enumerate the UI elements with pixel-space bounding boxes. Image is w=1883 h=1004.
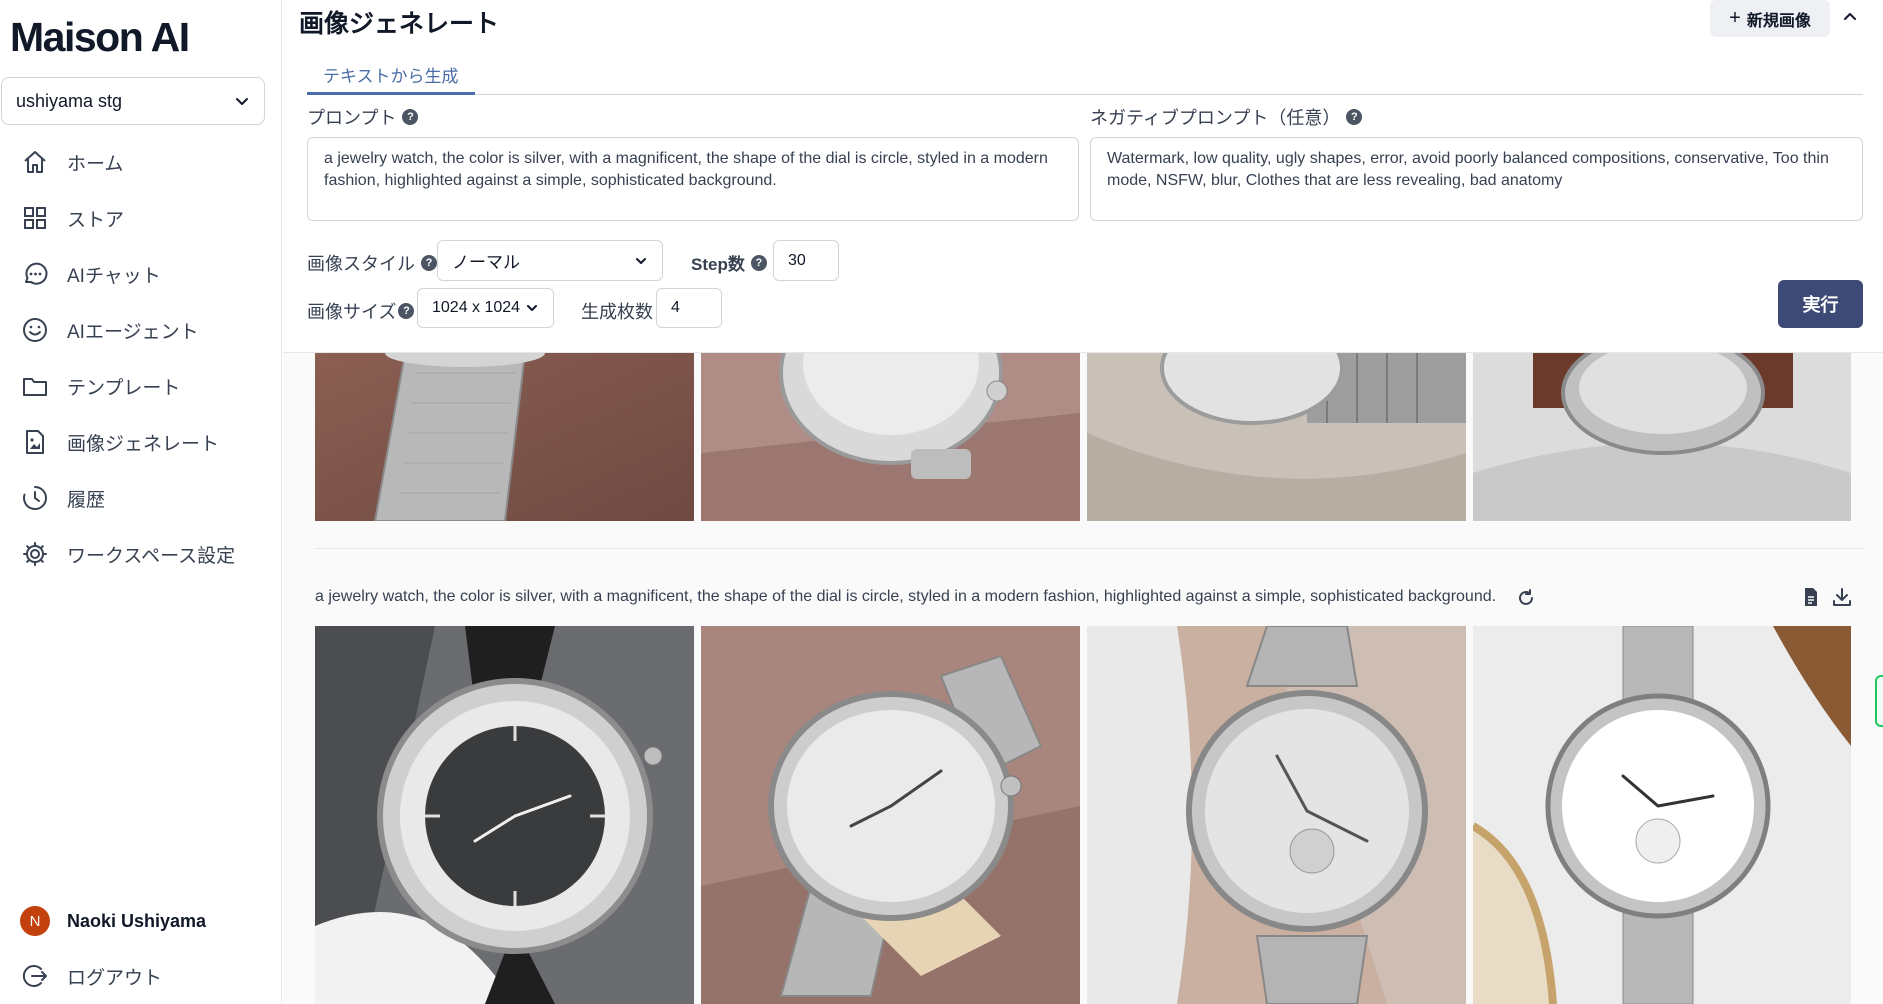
chevron-down-icon (636, 257, 646, 264)
sidebar-item-image-generate[interactable]: 画像ジェネレート (0, 414, 282, 470)
folder-icon (20, 371, 50, 401)
smile-icon (20, 315, 50, 345)
sidebar-item-label: ワークスペース設定 (67, 545, 236, 567)
prompt-label: プロンプト ? (307, 104, 419, 130)
negative-prompt-input[interactable]: Watermark, low quality, ugly shapes, err… (1090, 137, 1863, 221)
generated-image[interactable] (315, 626, 694, 1004)
tab-text-to-image[interactable]: テキストから生成 (307, 52, 475, 95)
size-select[interactable]: 1024 x 1024 (417, 288, 554, 328)
logout-icon (20, 961, 50, 991)
help-icon[interactable]: ? (421, 255, 437, 271)
plus-icon: + (1729, 7, 1741, 29)
count-label: 生成枚数 (581, 298, 653, 324)
chevron-down-icon (236, 98, 248, 105)
generated-image[interactable] (1473, 353, 1851, 521)
steps-label: Step数 ? (691, 250, 767, 275)
sidebar-item-store[interactable]: ストア (0, 190, 282, 246)
avatar: N (20, 906, 50, 936)
grid-icon (20, 203, 50, 233)
steps-input[interactable]: 30 (773, 240, 839, 281)
app-logo[interactable]: Maison AI (10, 14, 190, 61)
result-prompt: a jewelry watch, the color is silver, wi… (315, 588, 1497, 605)
feedback-tab[interactable] (1875, 675, 1883, 727)
user-name: Naoki Ushiyama (67, 910, 207, 931)
logout-label: ログアウト (67, 967, 163, 989)
sidebar-nav: ホーム ストア AIチャット AIエージェント テンプレート 画像ジェネレート … (0, 134, 282, 582)
sidebar-item-label: AIエージェント (67, 321, 199, 343)
sidebar-item-label: 履歴 (67, 489, 106, 511)
generated-image[interactable] (1087, 353, 1466, 521)
sidebar: Maison AI ushiyama stg ホーム ストア AIチャット AI… (0, 0, 282, 1004)
generated-image[interactable] (1087, 626, 1466, 1004)
chevron-up-icon[interactable] (1839, 6, 1861, 28)
steps-label-text: Step数 (691, 255, 745, 274)
sidebar-item-history[interactable]: 履歴 (0, 470, 282, 526)
sidebar-item-templates[interactable]: テンプレート (0, 358, 282, 414)
generated-image[interactable] (1473, 626, 1851, 1004)
size-label-text: 画像サイズ (307, 302, 397, 322)
sidebar-item-label: ホーム (67, 153, 124, 175)
count-input[interactable]: 4 (656, 288, 722, 328)
gear-icon (20, 539, 50, 569)
size-label: 画像サイズ ? (307, 298, 415, 324)
style-select-value: ノーマル (452, 253, 520, 272)
regenerate-icon[interactable] (1515, 587, 1537, 609)
run-button[interactable]: 実行 (1778, 280, 1863, 328)
help-icon[interactable]: ? (398, 303, 415, 319)
sidebar-item-ai-agent[interactable]: AIエージェント (0, 302, 282, 358)
history-icon (20, 483, 50, 513)
sidebar-item-home[interactable]: ホーム (0, 134, 282, 190)
help-icon[interactable]: ? (1346, 109, 1363, 125)
home-icon (20, 147, 50, 177)
help-icon[interactable]: ? (750, 254, 767, 271)
new-image-label: 新規画像 (1746, 12, 1811, 30)
style-label: 画像スタイル ? (307, 250, 437, 276)
page-title: 画像ジェネレート (299, 10, 500, 38)
new-image-button[interactable]: + 新規画像 (1710, 0, 1830, 37)
generated-image[interactable] (315, 353, 694, 521)
sidebar-item-workspace-settings[interactable]: ワークスペース設定 (0, 526, 282, 582)
user-profile[interactable]: N Naoki Ushiyama (20, 906, 206, 936)
size-select-value: 1024 x 1024 (432, 299, 521, 316)
workspace-select-value: ushiyama stg (16, 90, 123, 111)
document-icon[interactable] (1800, 586, 1822, 608)
generation-panel: 画像ジェネレート + 新規画像 テキストから生成 プロンプト ? a jewel… (283, 0, 1883, 353)
logout-button[interactable]: ログアウト (20, 961, 162, 991)
prompt-label-text: プロンプト (307, 108, 397, 128)
sidebar-item-ai-chat[interactable]: AIチャット (0, 246, 282, 302)
style-label-text: 画像スタイル (307, 254, 415, 274)
tab-bar: テキストから生成 (307, 52, 1863, 95)
download-icon[interactable] (1831, 586, 1853, 608)
results-divider (314, 548, 1863, 549)
sidebar-item-label: ストア (67, 209, 125, 231)
sidebar-item-label: AIチャット (67, 265, 161, 287)
generated-image[interactable] (701, 353, 1080, 521)
image-file-icon (20, 427, 50, 457)
main-content: 画像ジェネレート + 新規画像 テキストから生成 プロンプト ? a jewel… (283, 0, 1883, 1004)
style-select[interactable]: ノーマル (437, 240, 663, 281)
workspace-select[interactable]: ushiyama stg (1, 77, 265, 125)
count-label-text: 生成枚数 (581, 302, 653, 322)
negative-prompt-label-text: ネガティブプロンプト（任意） (1090, 108, 1341, 128)
prompt-input[interactable]: a jewelry watch, the color is silver, wi… (307, 137, 1079, 221)
chat-icon (20, 259, 50, 289)
sidebar-item-label: 画像ジェネレート (67, 433, 220, 455)
chevron-down-icon (527, 305, 537, 311)
sidebar-item-label: テンプレート (67, 377, 181, 399)
generated-image[interactable] (701, 626, 1080, 1004)
help-icon[interactable]: ? (402, 109, 419, 125)
negative-prompt-label: ネガティブプロンプト（任意） ? (1090, 104, 1363, 130)
